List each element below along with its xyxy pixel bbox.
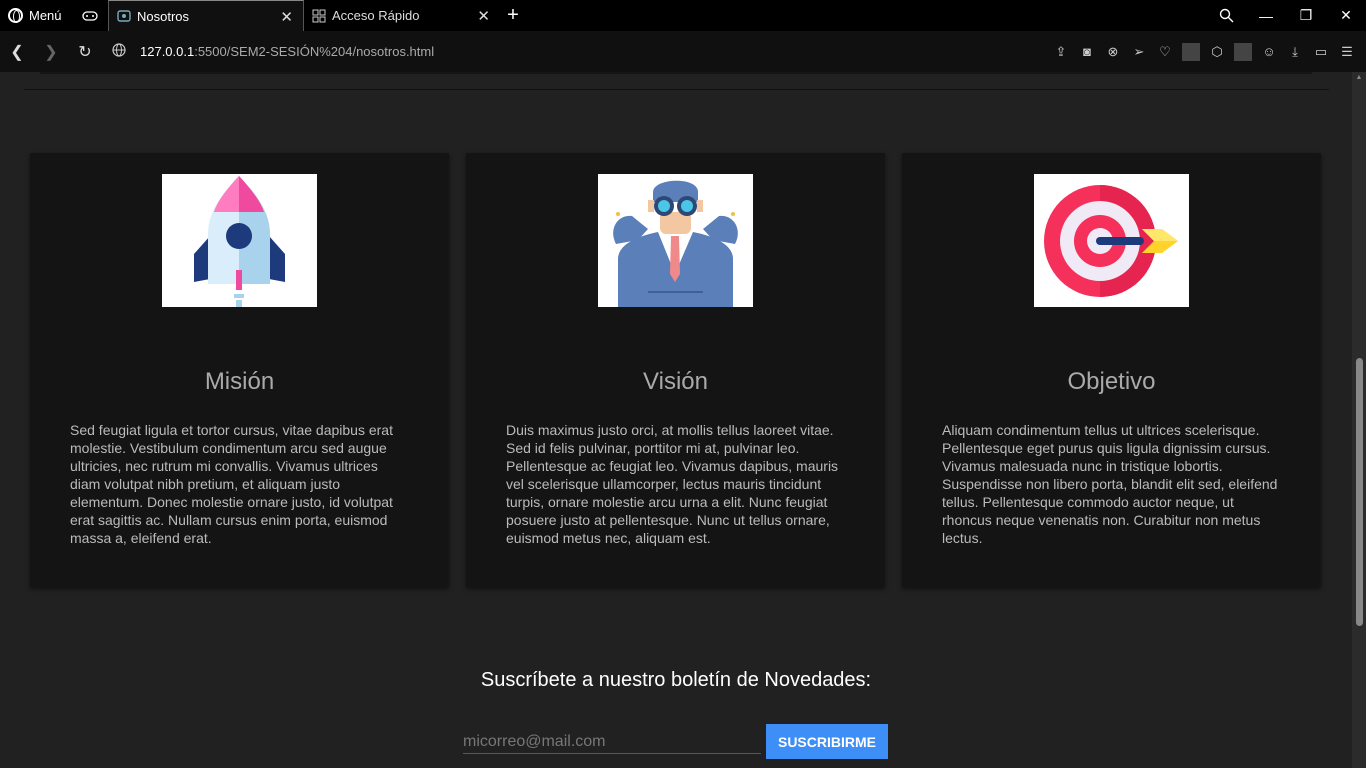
browser-addressbar: ❮ ❯ ↻ 127.0.0.1:5500/SEM2-SESIÓN%204/nos…	[0, 31, 1366, 72]
opera-logo-icon	[8, 8, 23, 23]
url-host: 127.0.0.1	[140, 44, 195, 59]
opera-menu-button[interactable]: Menú	[0, 0, 72, 31]
restore-button[interactable]: ❐	[1286, 0, 1326, 31]
card-text: Sed feugiat ligula et tortor cursus, vit…	[70, 422, 393, 546]
menu-label: Menú	[29, 8, 62, 23]
toolbar-divider	[1182, 42, 1200, 61]
url-bar[interactable]: 127.0.0.1:5500/SEM2-SESIÓN%204/nosotros.…	[112, 43, 434, 60]
close-icon[interactable]: ✕	[477, 7, 490, 25]
block-icon[interactable]: ⊗	[1104, 43, 1122, 61]
tab-title: Acceso Rápido	[332, 8, 420, 23]
cube-icon[interactable]: ⬡	[1208, 43, 1226, 61]
url-text: 127.0.0.1:5500/SEM2-SESIÓN%204/nosotros.…	[140, 44, 434, 59]
battery-icon[interactable]: ▭	[1312, 43, 1330, 61]
scrollbar[interactable]: ▲	[1352, 72, 1366, 768]
url-path: :5500/SEM2-SESIÓN%204/nosotros.html	[194, 44, 435, 59]
card-vision: Visión Duis maximus justo orci, at molli…	[466, 153, 885, 587]
search-icon[interactable]	[1206, 0, 1246, 31]
new-tab-button[interactable]: +	[500, 0, 526, 31]
divider	[24, 89, 1329, 90]
close-window-button[interactable]: ✕	[1326, 0, 1366, 31]
grid-icon	[312, 9, 326, 23]
user-icon[interactable]: ☺	[1260, 43, 1278, 61]
card-title: Objetivo	[1067, 368, 1156, 395]
settings-sliders-icon[interactable]: ☰	[1338, 43, 1356, 61]
card-text: Aliquam condimentum tellus ut ultrices s…	[942, 422, 1278, 546]
tab-acceso-rapido[interactable]: Acceso Rápido ✕	[304, 0, 500, 31]
vscode-live-icon	[117, 9, 131, 23]
download-icon[interactable]: ⤓	[1286, 43, 1304, 61]
heart-icon[interactable]: ♡	[1156, 43, 1174, 61]
card-objetivo: Objetivo Aliquam condimentum tellus ut u…	[902, 153, 1321, 587]
card-text: Duis maximus justo orci, at mollis tellu…	[506, 422, 839, 546]
page-viewport: Misión Sed feugiat ligula et tortor curs…	[0, 72, 1366, 768]
send-icon[interactable]: ➢	[1130, 43, 1148, 61]
camera-icon[interactable]: ◙	[1078, 43, 1096, 61]
card-mision: Misión Sed feugiat ligula et tortor curs…	[30, 153, 449, 587]
rocket-icon	[162, 174, 317, 307]
email-field[interactable]	[463, 731, 761, 754]
reload-button[interactable]: ↻	[68, 42, 102, 62]
target-icon	[1034, 174, 1189, 307]
scroll-up-icon[interactable]: ▲	[1355, 74, 1363, 82]
tab-nosotros[interactable]: Nosotros ✕	[108, 0, 304, 31]
tab-title: Nosotros	[137, 8, 190, 24]
navbar-edge	[40, 72, 1312, 74]
card-title: Misión	[204, 368, 275, 395]
minimize-button[interactable]: —	[1246, 0, 1286, 31]
globe-icon	[112, 43, 126, 60]
scroll-thumb[interactable]	[1356, 358, 1363, 626]
back-button[interactable]: ❮	[0, 42, 34, 62]
browser-tabbar: Menú Nosotros ✕ Acceso Rápido ✕ + — ❐ ✕	[0, 0, 1366, 31]
binoculars-man-icon	[598, 174, 753, 307]
newsletter-title: Suscríbete a nuestro boletín de Novedade…	[480, 669, 872, 691]
gamepad-icon[interactable]	[72, 0, 108, 31]
forward-button[interactable]: ❯	[34, 42, 68, 62]
card-title: Visión	[643, 368, 708, 395]
share-icon[interactable]: ⇪	[1052, 43, 1070, 61]
toolbar-divider	[1234, 42, 1252, 61]
subscribe-button[interactable]: SUSCRIBIRME	[766, 724, 888, 759]
close-icon[interactable]: ✕	[280, 8, 293, 26]
